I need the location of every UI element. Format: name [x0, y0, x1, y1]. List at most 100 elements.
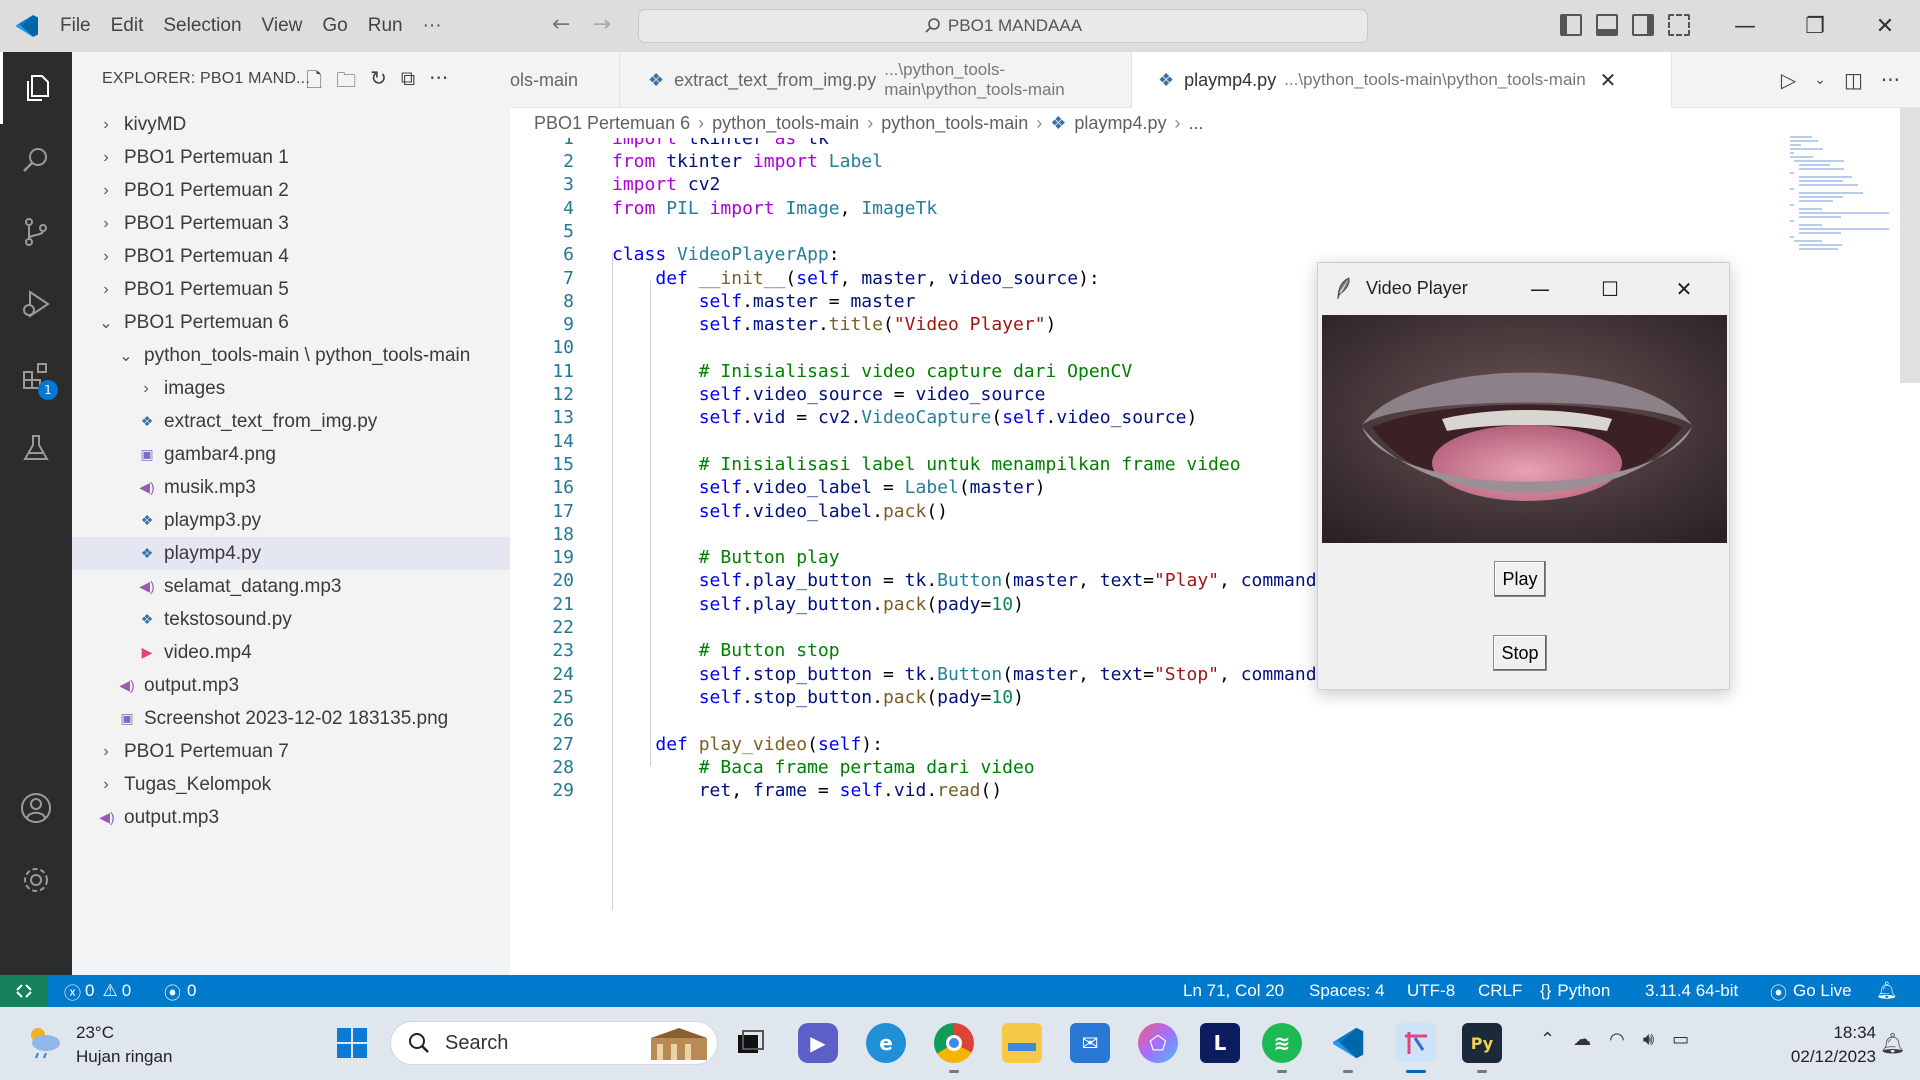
menu-view[interactable]: View	[262, 15, 303, 37]
menu-run[interactable]: Run	[368, 15, 403, 37]
tree-file[interactable]: ❖ tekstosound.py	[72, 603, 510, 636]
run-dropdown-chevron-icon[interactable]: ⌄	[1814, 72, 1826, 88]
breadcrumb-item[interactable]: python_tools-main	[712, 113, 859, 134]
tree-file[interactable]: ❖ playmp4.py	[72, 537, 510, 570]
file-explorer-icon[interactable]	[1002, 1023, 1042, 1063]
taskbar-search-input[interactable]: Search	[390, 1021, 718, 1065]
menu-more[interactable]: ···	[423, 15, 442, 37]
language-mode[interactable]: {} Python	[1540, 975, 1610, 1007]
problems-status[interactable]: ⓧ 0 ⚠ 0	[64, 975, 131, 1007]
minimap[interactable]	[1790, 136, 1900, 286]
toggle-secondary-sidebar-icon[interactable]	[1632, 14, 1654, 36]
toggle-panel-icon[interactable]	[1596, 14, 1618, 36]
windows-start-icon[interactable]	[332, 1023, 372, 1063]
tree-file[interactable]: ◀) musik.mp3	[72, 471, 510, 504]
new-folder-icon[interactable]: 🗀	[336, 66, 356, 100]
command-center-search[interactable]: PBO1 MANDAAA	[638, 9, 1368, 43]
encoding-status[interactable]: UTF-8	[1407, 975, 1455, 1007]
show-hidden-icons-chevron-icon[interactable]: ⌃	[1540, 1029, 1555, 1050]
indentation-status[interactable]: Spaces: 4	[1309, 975, 1385, 1007]
new-file-icon[interactable]: 🗋	[306, 66, 322, 100]
tab-playmp4[interactable]: ❖ playmp4.py ...\python_tools-main\pytho…	[1132, 52, 1672, 108]
refresh-icon[interactable]: ↻	[370, 66, 387, 100]
vp-maximize-icon[interactable]: ☐	[1575, 263, 1645, 315]
tree-folder[interactable]: › PBO1 Pertemuan 4	[72, 240, 510, 273]
settings-gear-icon[interactable]	[0, 844, 72, 916]
tree-file[interactable]: ❖ playmp3.py	[72, 504, 510, 537]
split-editor-icon[interactable]: ◫	[1844, 68, 1863, 92]
eol-status[interactable]: CRLF	[1478, 975, 1522, 1007]
vscode-logo-icon[interactable]	[14, 13, 40, 39]
tab-extract-text-from-img[interactable]: ❖ extract_text_from_img.py ...\python_to…	[620, 52, 1132, 108]
extensions-icon[interactable]: 1	[0, 340, 72, 412]
menu-edit[interactable]: Edit	[111, 15, 144, 37]
tree-folder[interactable]: › PBO1 Pertemuan 2	[72, 174, 510, 207]
wifi-icon[interactable]: ◠	[1609, 1029, 1625, 1050]
run-python-file-icon[interactable]: ▷	[1781, 68, 1796, 92]
tree-folder[interactable]: › kivyMD	[72, 108, 510, 141]
collapse-all-icon[interactable]: ⧉	[401, 66, 415, 100]
breadcrumb-item[interactable]: PBO1 Pertemuan 6	[534, 113, 690, 134]
tree-file[interactable]: ❖ extract_text_from_img.py	[72, 405, 510, 438]
customize-layout-icon[interactable]	[1668, 14, 1690, 36]
stop-button[interactable]: Stop	[1493, 635, 1547, 671]
tab-tools-main[interactable]: ols-main	[510, 52, 620, 108]
menu-selection[interactable]: Selection	[163, 15, 241, 37]
launcher-l-icon[interactable]: L	[1200, 1023, 1240, 1063]
notification-center-bell-icon[interactable]: 🔔︎	[1880, 1031, 1905, 1055]
tree-file[interactable]: ▣ Screenshot 2023-12-02 183135.png	[72, 702, 510, 735]
chrome-browser-icon[interactable]	[934, 1023, 974, 1073]
breadcrumb-item[interactable]: ...	[1188, 113, 1203, 134]
tree-file[interactable]: ▶ video.mp4	[72, 636, 510, 669]
weather-widget[interactable]: 23°C Hujan ringan	[24, 1021, 172, 1069]
close-tab-icon[interactable]: ✕	[1600, 68, 1617, 93]
accounts-icon[interactable]	[0, 772, 72, 844]
close-icon[interactable]: ✕	[1850, 0, 1920, 52]
source-control-icon[interactable]	[0, 196, 72, 268]
mail-icon[interactable]: ✉	[1070, 1023, 1110, 1063]
task-view-icon[interactable]	[730, 1023, 770, 1063]
menu-go[interactable]: Go	[322, 15, 347, 37]
breadcrumb-item[interactable]: python_tools-main	[881, 113, 1028, 134]
minimize-icon[interactable]: —	[1710, 0, 1780, 52]
menu-file[interactable]: File	[60, 15, 91, 37]
vp-minimize-icon[interactable]: —	[1505, 263, 1575, 315]
more-actions-icon[interactable]: ···	[429, 66, 448, 100]
back-arrow-icon[interactable]: ←	[552, 12, 570, 37]
vscode-taskbar-icon[interactable]	[1328, 1023, 1368, 1073]
tree-folder[interactable]: ⌄ PBO1 Pertemuan 6	[72, 306, 510, 339]
tree-file[interactable]: ◀) output.mp3	[72, 801, 510, 834]
toggle-primary-sidebar-icon[interactable]	[1560, 14, 1582, 36]
breadcrumb-item[interactable]: playmp4.py	[1074, 113, 1166, 134]
explorer-icon[interactable]	[0, 52, 72, 124]
tree-folder[interactable]: ⌄ python_tools-main \ python_tools-main	[72, 339, 510, 372]
tree-folder[interactable]: › PBO1 Pertemuan 5	[72, 273, 510, 306]
ports-status[interactable]: ⦿ 0	[164, 975, 196, 1007]
tree-file[interactable]: ◀) selamat_datang.mp3	[72, 570, 510, 603]
volume-icon[interactable]: 🔊︎	[1643, 1029, 1654, 1050]
spotify-icon[interactable]: ≋	[1262, 1023, 1302, 1073]
copilot-app-icon[interactable]: ⬠	[1138, 1023, 1178, 1063]
forward-arrow-icon[interactable]: →	[592, 12, 610, 37]
battery-icon[interactable]: ▭	[1672, 1029, 1689, 1050]
tree-folder[interactable]: › images	[72, 372, 510, 405]
testing-flask-icon[interactable]	[0, 412, 72, 484]
tree-folder[interactable]: › PBO1 Pertemuan 3	[72, 207, 510, 240]
go-live-button[interactable]: ⦿ Go Live	[1770, 975, 1852, 1007]
editor-more-actions-icon[interactable]: ···	[1881, 68, 1900, 92]
python-interpreter[interactable]: 3.11.4 64-bit	[1645, 975, 1738, 1007]
python-tk-app-icon[interactable]	[1396, 1023, 1436, 1073]
teams-chat-icon[interactable]: ▶	[798, 1023, 838, 1063]
python-idle-icon[interactable]: Py	[1462, 1023, 1502, 1073]
run-debug-icon[interactable]	[0, 268, 72, 340]
play-button[interactable]: Play	[1494, 561, 1546, 597]
remote-indicator-icon[interactable]	[0, 975, 48, 1007]
tree-file[interactable]: ▣ gambar4.png	[72, 438, 510, 471]
onedrive-cloud-icon[interactable]: ☁	[1573, 1029, 1591, 1050]
video-player-titlebar[interactable]: Video Player — ☐ ✕	[1318, 263, 1729, 315]
editor-scrollbar[interactable]	[1900, 108, 1920, 383]
code-line[interactable]: 29 ret, frame = self.vid.read()	[510, 776, 1760, 805]
notifications-bell-icon[interactable]: 🔔︎	[1876, 975, 1898, 1007]
vp-close-icon[interactable]: ✕	[1649, 263, 1719, 315]
clock[interactable]: 18:34 02/12/2023	[1756, 1021, 1876, 1069]
